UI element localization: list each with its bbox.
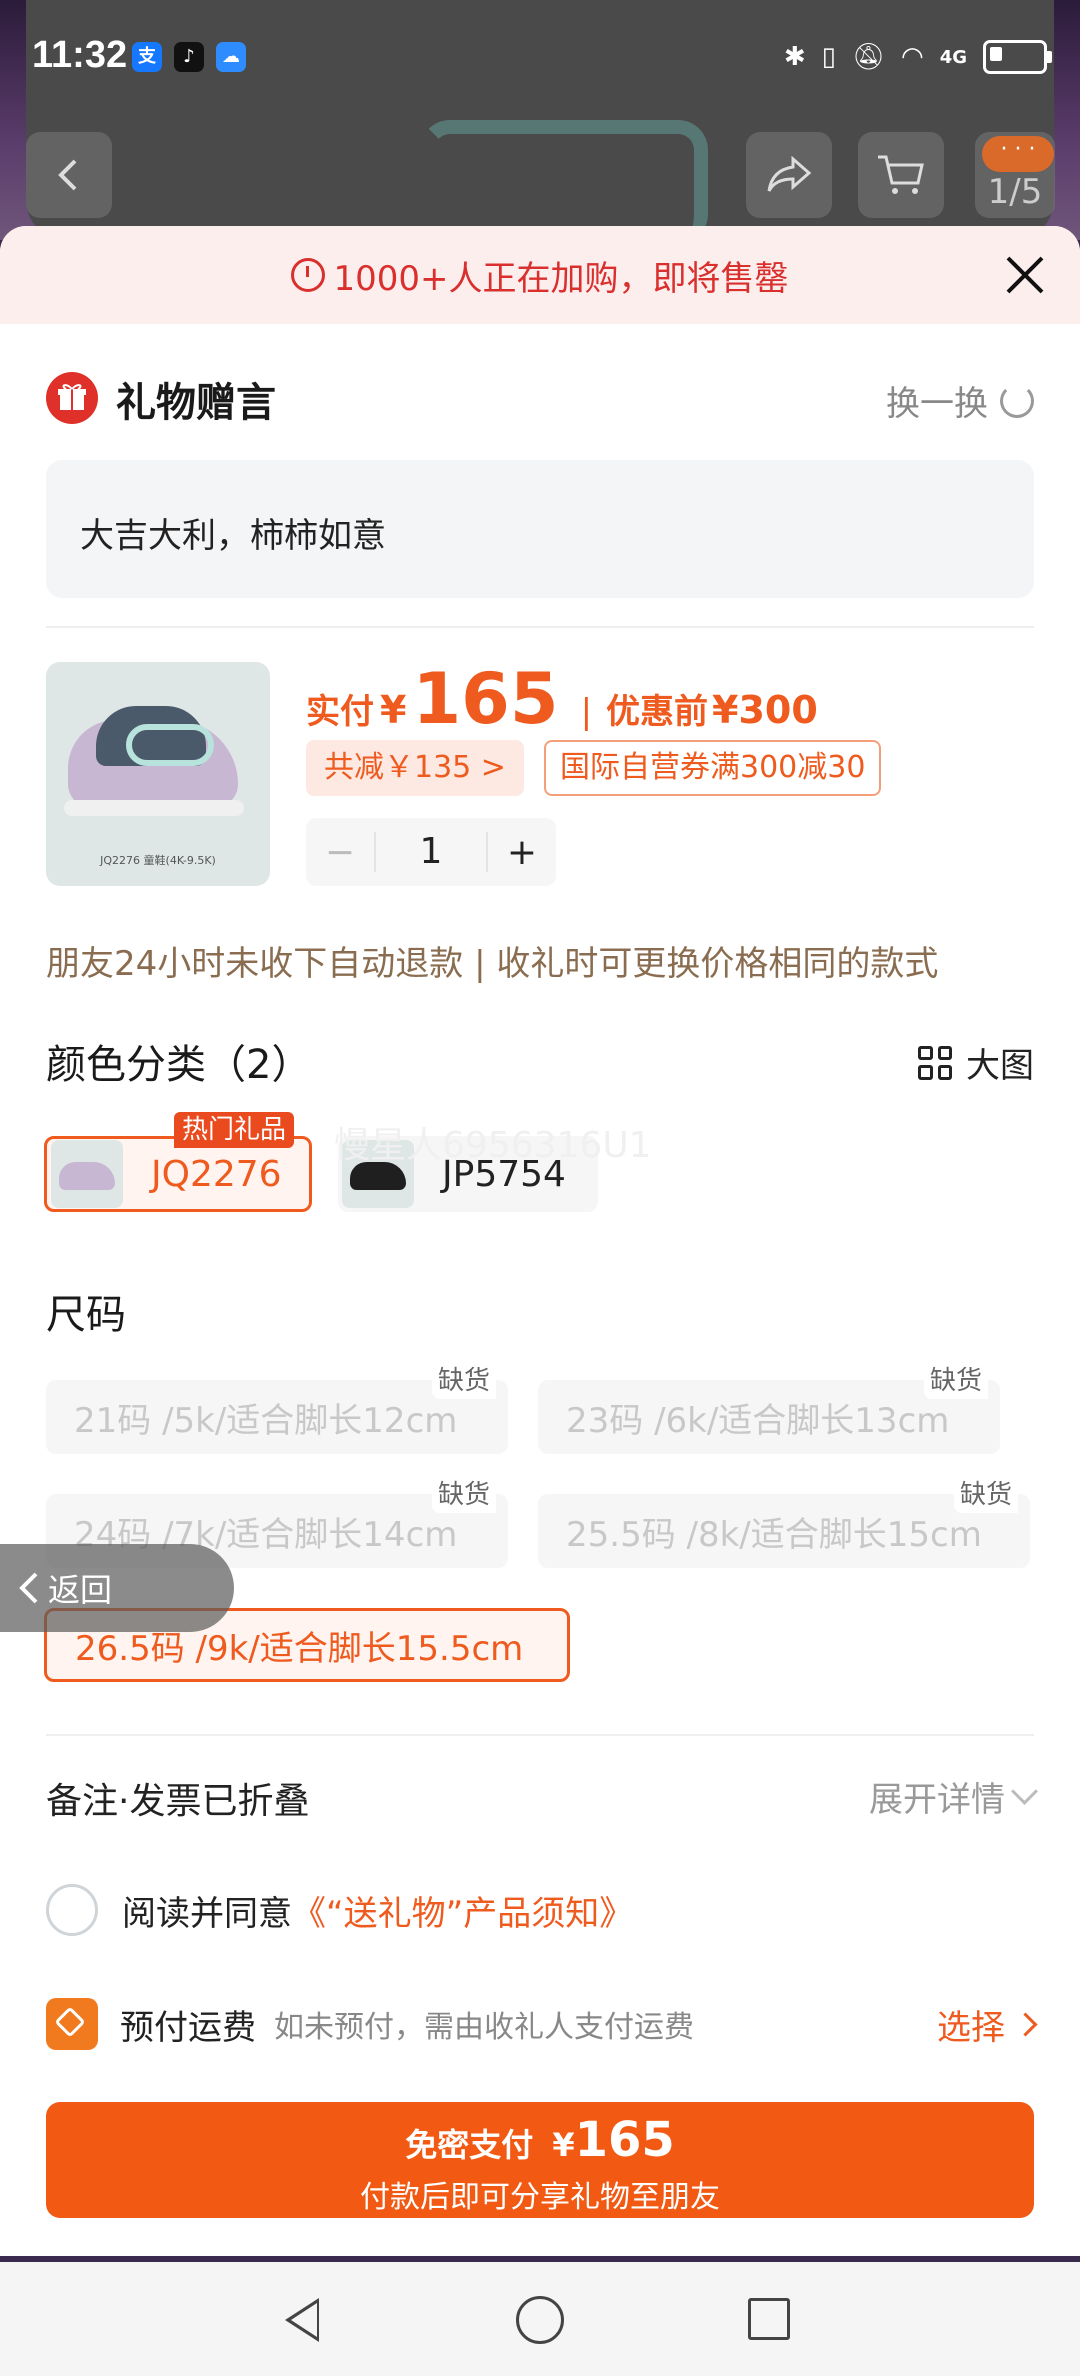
system-nav-bar — [0, 2262, 1080, 2376]
product-thumbnail[interactable]: JQ2276 童鞋(4K-9.5K) — [46, 662, 270, 886]
status-time: 11:32 — [32, 34, 128, 76]
expand-details-button[interactable]: 展开详情 — [869, 1772, 1038, 1821]
chevron-left-icon — [58, 159, 77, 191]
gift-message-title: 礼物赠言 — [116, 380, 276, 426]
bluetooth-icon: ✱ — [783, 42, 806, 72]
status-icons: ✱ ▯ 🔕︎ ◠ 4G — [784, 40, 1052, 74]
original-price-label: 优惠前 — [606, 692, 709, 732]
big-image-label: 大图 — [966, 1046, 1034, 1086]
hot-gift-badge: 热门礼品 — [174, 1112, 295, 1148]
shipping-description: 如未预付，需由收礼人支付运费 — [274, 2010, 694, 2045]
out-of-stock-badge: 缺货 — [954, 1472, 1019, 1513]
quantity-value[interactable]: 1 — [374, 832, 488, 872]
out-of-stock-badge: 缺货 — [432, 1358, 497, 1399]
signal-icon: 4G — [939, 46, 967, 68]
tiktok-icon: ♪ — [174, 42, 204, 72]
total-discount-chip[interactable]: 共减￥135 > — [306, 740, 524, 796]
chevron-left-icon — [19, 1572, 38, 1604]
pay-button-subtitle: 付款后即可分享礼物至朋友 — [360, 2180, 720, 2215]
coupon-chip: 国际自营券满300减30 — [544, 740, 882, 796]
chevron-down-icon — [1011, 1778, 1038, 1805]
gift-refund-notice: 朋友24小时未收下自动退款 | 收礼时可更换价格相同的款式 — [46, 944, 939, 984]
gift-icon — [46, 372, 98, 424]
size-section-title: 尺码 — [46, 1292, 126, 1338]
shipping-icon — [46, 1998, 98, 2050]
price-label: 实付 — [306, 692, 374, 732]
floating-back-button[interactable]: 返回 — [0, 1544, 234, 1632]
agreement-row: 阅读并同意 《“送礼物”产品须知》 — [46, 1884, 633, 1936]
chevron-right-icon — [1013, 2011, 1038, 2037]
big-image-toggle[interactable]: 大图 — [918, 1038, 1034, 1087]
stock-alert-text: 1000+人正在加购，即将售罄 — [333, 258, 789, 299]
refresh-icon — [1000, 383, 1034, 418]
grid-icon — [918, 1045, 952, 1080]
divider — [46, 626, 1034, 628]
pay-button[interactable]: 免密支付 ¥165 付款后即可分享礼物至朋友 — [46, 2102, 1034, 2218]
shipping-title: 预付运费 — [120, 2007, 256, 2048]
increase-button[interactable]: + — [488, 832, 556, 873]
more-button[interactable]: · · · — [982, 136, 1054, 172]
color-option-label: JQ2276 — [151, 1153, 282, 1195]
gift-order-sheet: 1000+人正在加购，即将售罄 礼物赠言 换一换 大吉大利，柿柿如意 JQ227… — [0, 226, 1080, 2256]
pay-button-label: 免密支付 ¥165 — [405, 2112, 675, 2168]
watermark: 慢星人6956316U1 — [334, 1125, 652, 1166]
size-option-label: 21码 /5k/适合脚长12cm — [74, 1400, 458, 1441]
size-option-label: 23码 /6k/适合脚长13cm — [566, 1400, 950, 1441]
price-separator: | — [580, 692, 593, 732]
shipping-select-label: 选择 — [937, 2007, 1005, 2048]
gift-message-text: 大吉大利，柿柿如意 — [80, 516, 386, 556]
size-option-label: 25.5码 /8k/适合脚长15cm — [566, 1514, 982, 1555]
gift-message-header: 礼物赠言 换一换 — [46, 366, 1034, 426]
alarm-clock-icon — [291, 258, 326, 292]
quantity-stepper: − 1 + — [306, 818, 556, 886]
swap-message-button[interactable]: 换一换 — [886, 376, 1034, 425]
decrease-button[interactable]: − — [306, 832, 374, 873]
share-icon — [767, 155, 812, 192]
out-of-stock-badge: 缺货 — [432, 1472, 497, 1513]
remark-invoice-row: 备注·发票已折叠 — [46, 1781, 310, 1822]
agreement-radio[interactable] — [46, 1884, 98, 1936]
nav-home-icon[interactable] — [516, 2296, 564, 2344]
stock-alert-banner: 1000+人正在加购，即将售罄 — [0, 226, 1080, 324]
divider — [46, 1734, 1034, 1736]
cart-icon — [878, 155, 924, 194]
close-icon[interactable] — [998, 248, 1052, 302]
original-price: ¥300 — [712, 688, 818, 732]
vibrate-icon: ▯ — [821, 42, 836, 72]
battery-icon — [983, 40, 1052, 74]
prepaid-shipping-row: 预付运费 如未预付，需由收礼人支付运费 选择 — [46, 1996, 1038, 2052]
status-bar: 11:32 支 ♪ ☁ ✱ ▯ 🔕︎ ◠ 4G — [0, 0, 1080, 110]
out-of-stock-badge: 缺货 — [924, 1358, 989, 1399]
agreement-link[interactable]: 《“送礼物”产品须知》 — [292, 1886, 633, 1935]
wifi-icon: ◠ — [901, 42, 924, 72]
swap-label: 换一换 — [886, 384, 988, 424]
final-price: 165 — [412, 658, 559, 740]
back-button[interactable] — [26, 132, 112, 218]
color-thumbnail — [51, 1140, 123, 1208]
alipay-icon: 支 — [132, 42, 162, 72]
shipping-select-button[interactable]: 选择 — [937, 2000, 1038, 2049]
cart-button[interactable] — [858, 132, 944, 218]
expand-details-label: 展开详情 — [869, 1780, 1005, 1820]
share-button[interactable] — [746, 132, 832, 218]
floating-back-label: 返回 — [48, 1571, 113, 1609]
gift-message-box[interactable]: 大吉大利，柿柿如意 — [46, 460, 1034, 598]
color-section-title: 颜色分类（2） — [46, 1042, 312, 1088]
pay-amount: 165 — [574, 2112, 675, 2168]
price-row: 实付 ¥ 165 | 优惠前 ¥300 — [306, 658, 818, 740]
agreement-prefix: 阅读并同意 — [122, 1893, 292, 1934]
weather-icon: ☁ — [216, 42, 246, 72]
product-thumbnail-caption: JQ2276 童鞋(4K-9.5K) — [100, 854, 216, 867]
mute-icon: 🔕︎ — [851, 42, 885, 72]
nav-recents-icon[interactable] — [748, 2298, 790, 2340]
price-currency: ¥ — [380, 688, 407, 732]
